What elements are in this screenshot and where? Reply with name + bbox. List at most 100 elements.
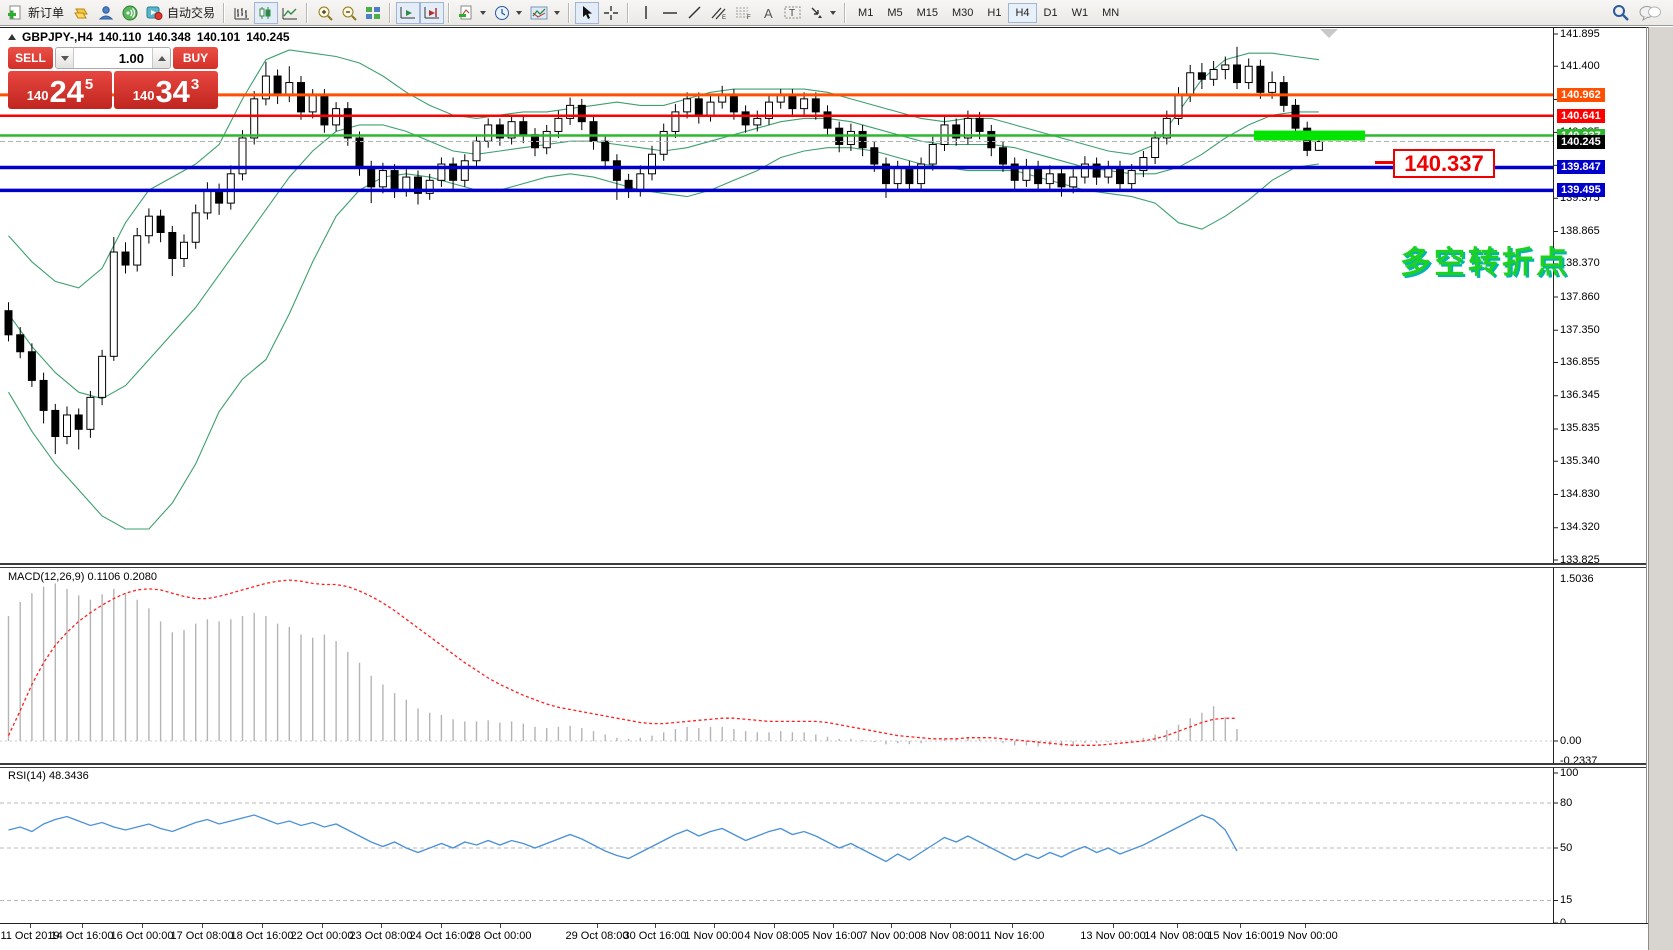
chart-shift-marker-icon[interactable] (1320, 29, 1338, 38)
autotrade-button[interactable]: 自动交易 (142, 2, 219, 24)
arrows-icon (809, 5, 824, 20)
timeframe-button-h1[interactable]: H1 (980, 3, 1008, 23)
text-a-icon: A (762, 6, 775, 20)
candle-up (801, 99, 808, 109)
panel-separator[interactable] (0, 563, 1646, 568)
toolbar-separator (388, 3, 393, 23)
periods-button[interactable] (490, 2, 526, 24)
volume-decrease-button[interactable] (56, 48, 74, 68)
bar-high: 140.348 (147, 30, 190, 44)
candle-up (99, 356, 106, 397)
time-axis[interactable]: 11 Oct 201914 Oct 16:0016 Oct 00:0017 Oc… (0, 923, 1648, 950)
time-tick (1113, 924, 1114, 928)
candle-up (192, 213, 199, 242)
timeframe-button-m15[interactable]: M15 (910, 3, 945, 23)
candle-down (356, 138, 363, 167)
rsi-tick-label: 50 (1560, 842, 1572, 854)
sell-button[interactable]: SELL (8, 47, 53, 69)
line-chart-button[interactable] (278, 2, 302, 24)
autotrade-label: 自动交易 (167, 4, 215, 21)
candle-down (812, 99, 819, 112)
arrows-button[interactable] (805, 2, 840, 24)
indicators-button[interactable] (455, 2, 490, 24)
gold-bar-icon (72, 6, 90, 20)
candle-down (906, 167, 913, 183)
trendline-button[interactable] (682, 2, 706, 24)
new-order-button[interactable]: 新订单 (4, 2, 68, 24)
profile-button[interactable] (94, 2, 118, 24)
zoom-out-button[interactable] (337, 2, 361, 24)
timeframe-button-mn[interactable]: MN (1095, 3, 1126, 23)
volume-increase-button[interactable] (152, 48, 170, 68)
timeframe-button-h4[interactable]: H4 (1008, 3, 1036, 23)
timeframe-button-m5[interactable]: M5 (880, 3, 909, 23)
chart-shift-button[interactable] (420, 2, 444, 24)
price-tick-label: 137.860 (1560, 291, 1600, 303)
time-axis-label: 15 Nov 16:00 (1207, 930, 1272, 942)
price-axis[interactable]: 141.895141.400140.890140.385139.880139.3… (1553, 27, 1648, 950)
timeframe-button-m1[interactable]: M1 (851, 3, 880, 23)
auto-scroll-button[interactable] (396, 2, 420, 24)
candle-up (473, 141, 480, 161)
search-icon[interactable] (1612, 4, 1629, 21)
price-callout-label[interactable]: 140.337 (1393, 149, 1495, 178)
candle-down (695, 99, 702, 115)
time-axis-label: 29 Oct 08:00 (566, 930, 629, 942)
volume-input[interactable]: 1.00 (74, 48, 152, 68)
bar-chart-icon (234, 6, 250, 20)
rsi-tick-label: 100 (1560, 767, 1578, 779)
line-chart-icon (282, 6, 298, 20)
timeframe-button-d1[interactable]: D1 (1037, 3, 1065, 23)
sell-price-pip: 5 (85, 76, 93, 93)
candle-down (344, 109, 351, 138)
callout-connector (1375, 161, 1393, 164)
candle-up (134, 236, 141, 265)
cursor-button[interactable] (575, 2, 599, 24)
candle-up (1128, 171, 1135, 184)
time-axis-label: 16 Oct 00:00 (111, 930, 174, 942)
rsi-indicator-label: RSI(14) 48.3436 (8, 770, 89, 782)
crosshair-button[interactable] (599, 2, 623, 24)
equidistant-channel-button[interactable]: E (706, 2, 731, 24)
tile-windows-button[interactable] (361, 2, 385, 24)
text-label-button[interactable]: T (780, 2, 805, 24)
rsi-line (9, 815, 1238, 862)
buy-button[interactable]: BUY (173, 47, 218, 69)
auto-scroll-icon (400, 6, 416, 20)
deposit-button[interactable] (68, 2, 94, 24)
time-axis-label: 28 Oct 00:00 (469, 930, 532, 942)
signals-button[interactable] (118, 2, 142, 24)
zoom-in-button[interactable] (313, 2, 337, 24)
macd-signal-line (9, 580, 1238, 745)
candle-down (602, 141, 609, 161)
time-tick (833, 924, 834, 928)
price-tick-label: 137.350 (1560, 324, 1600, 336)
text-button[interactable]: A (756, 2, 780, 24)
bar-chart-button[interactable] (230, 2, 254, 24)
collapse-panel-icon[interactable] (8, 34, 16, 40)
vertical-line-icon (641, 5, 651, 20)
templates-button[interactable] (526, 2, 564, 24)
price-tick-label: 141.400 (1560, 60, 1600, 72)
panel-separator[interactable] (0, 763, 1646, 768)
sell-price-button[interactable]: 140 24 5 (8, 71, 112, 109)
horizontal-line-button[interactable] (658, 2, 682, 24)
svg-text:T: T (789, 8, 795, 19)
price-tick-label: 141.895 (1560, 28, 1600, 40)
candle-up (777, 96, 784, 103)
fibonacci-button[interactable]: F (731, 2, 756, 24)
candlestick-chart-button[interactable] (254, 2, 278, 24)
candle-down (298, 83, 305, 112)
timeframe-button-m30[interactable]: M30 (945, 3, 980, 23)
time-axis-label: 4 Nov 08:00 (744, 930, 803, 942)
vertical-line-button[interactable] (634, 2, 658, 24)
chart-area[interactable]: GBPJPY-,H4 140.110 140.348 140.101 140.2… (0, 27, 1648, 950)
turning-point-annotation[interactable]: 多空转折点 (1400, 237, 1570, 282)
timeframe-button-w1[interactable]: W1 (1065, 3, 1096, 23)
price-tick-label: 138.865 (1560, 225, 1600, 237)
candle-down (391, 171, 398, 191)
chat-icon[interactable] (1639, 5, 1661, 21)
candle-up (87, 397, 94, 429)
buy-price-button[interactable]: 140 34 3 (114, 71, 218, 109)
toolbar-separator (447, 3, 452, 23)
